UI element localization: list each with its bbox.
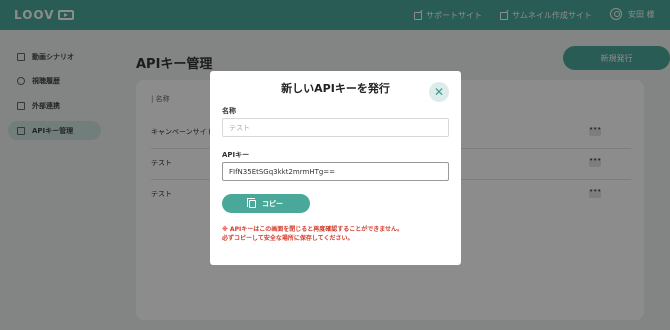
copy-button[interactable]: コピー — [222, 194, 310, 213]
close-button[interactable]: ✕ — [429, 82, 449, 102]
name-label: 名称 — [222, 107, 236, 115]
warning-text-line1: ※ APIキーはこの画面を閉じると再度確認することができません。 — [222, 226, 404, 233]
modal-title: 新しいAPIキーを発行 — [281, 82, 390, 95]
copy-button-label: コピー — [262, 199, 283, 208]
warning-text-line2: 必ずコピーして安全な場所に保存してください。 — [222, 235, 354, 242]
new-api-key-modal: 新しいAPIキーを発行 ✕ 名称 テスト APIキー FIfN35EtSGq3k… — [210, 71, 461, 265]
apikey-label: APIキー — [222, 151, 250, 159]
apikey-field[interactable]: FIfN35EtSGq3kkt2mrmHTg== — [222, 162, 449, 181]
close-icon: ✕ — [433, 85, 445, 99]
name-input[interactable]: テスト — [222, 118, 449, 137]
copy-icon — [247, 197, 256, 208]
